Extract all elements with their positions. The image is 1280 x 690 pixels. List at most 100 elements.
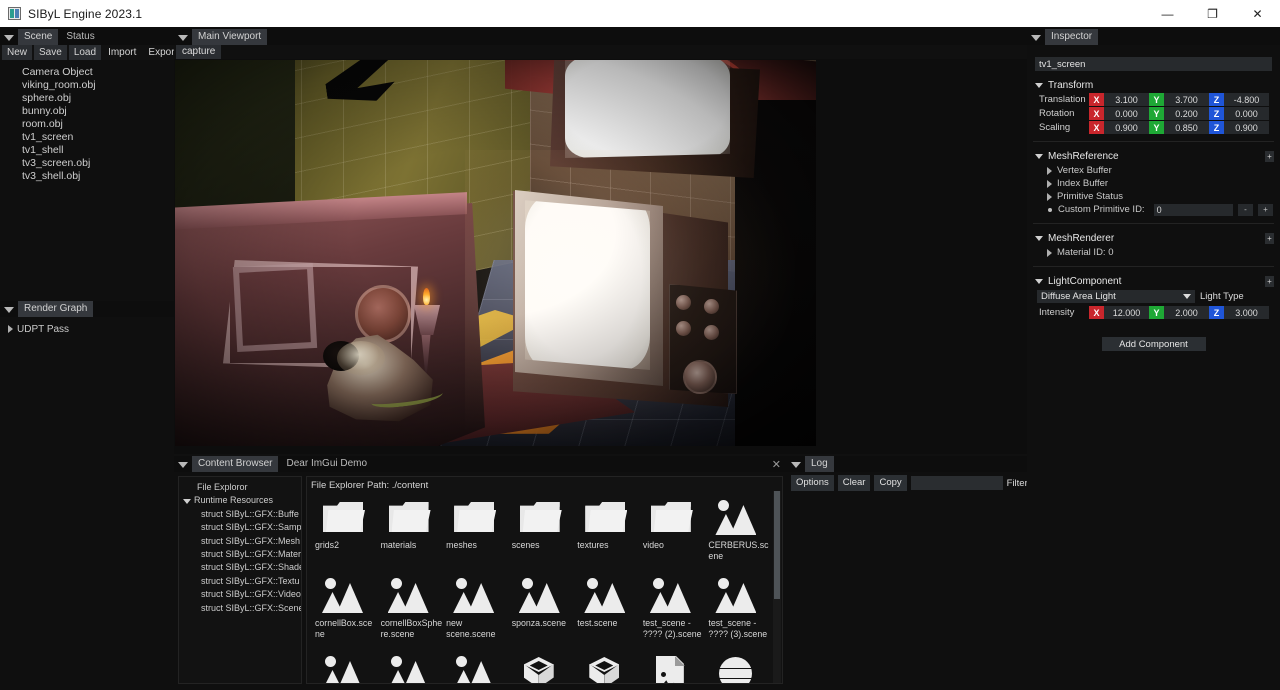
tree-item-scene[interactable]: struct SIByL::GFX::Scene [179,602,301,615]
minimize-icon[interactable]: — [1145,0,1190,27]
tree-item-texture[interactable]: struct SIByL::GFX::Textu [179,575,301,588]
section-transform-header[interactable]: Transform [1035,80,1280,91]
collapse-arrow-icon[interactable] [177,32,188,43]
scene-item-room[interactable]: room.obj [22,118,174,131]
expand-arrow-icon[interactable] [8,325,13,333]
intensity-x-value[interactable]: 12.000 [1104,306,1149,319]
scene-item-camera-object[interactable]: Camera Object [22,66,174,79]
collapse-arrow-icon[interactable] [1035,279,1043,284]
file-item[interactable]: grids2 [315,496,381,574]
file-item[interactable]: scenes [512,496,578,574]
menu-new[interactable]: New [2,45,33,60]
tree-item-material[interactable]: struct SIByL::GFX::Mater [179,548,301,561]
rendered-scene-image[interactable] [175,60,816,446]
menu-save[interactable]: Save [34,45,67,60]
translation-z-value[interactable]: -4.800 [1224,93,1269,106]
tree-group-runtime-resources[interactable]: Runtime Resources [179,494,301,507]
tree-item-buffer[interactable]: struct SIByL::GFX::Buffe [179,508,301,521]
collapse-arrow-icon[interactable] [1035,236,1043,241]
file-item[interactable]: meshes [446,496,512,574]
menu-load[interactable]: Load [68,45,102,60]
scaling-x-value[interactable]: 0.900 [1104,121,1149,134]
scene-item-viking-room[interactable]: viking_room.obj [22,79,174,92]
file-item[interactable]: test.scene [577,574,643,652]
file-item[interactable] [577,652,643,683]
custom-primitive-id-increment-button[interactable]: + [1258,203,1273,216]
log-clear-button[interactable]: Clear [837,475,871,491]
intensity-y-value[interactable]: 2.000 [1164,306,1209,319]
file-item[interactable] [643,652,709,683]
close-icon[interactable]: ✕ [1235,0,1280,27]
file-item[interactable]: test_scene - ???? (3).scene [708,574,774,652]
translation-x-value[interactable]: 3.100 [1104,93,1149,106]
capture-button[interactable]: capture [176,45,222,59]
file-explorer-scrollbar[interactable] [773,491,781,683]
scene-item-tv1-screen[interactable]: tv1_screen [22,131,174,144]
close-icon[interactable]: ✕ [766,458,787,471]
tab-scene[interactable]: Scene [18,29,59,45]
light-component-add-button[interactable]: + [1265,276,1274,287]
tab-log[interactable]: Log [805,456,834,472]
collapse-arrow-icon[interactable] [177,459,188,470]
tree-root-file-explorer[interactable]: File Exploror [179,481,301,494]
tree-item-video[interactable]: struct SIByL::GFX::Video [179,588,301,601]
log-output[interactable] [787,494,1027,690]
custom-primitive-id-input[interactable]: 0 [1153,203,1233,216]
file-item[interactable]: new scene.scene [446,574,512,652]
file-item[interactable]: textures [577,496,643,574]
scene-item-tv3-screen[interactable]: tv3_screen.obj [22,157,174,170]
scrollbar-thumb[interactable] [774,491,780,599]
section-mesh-reference-header[interactable]: MeshReference + [1035,151,1280,162]
tab-content-browser[interactable]: Content Browser [192,456,279,472]
rotation-z-value[interactable]: 0.000 [1224,107,1269,120]
log-filter-input[interactable] [910,476,1003,490]
add-component-button[interactable]: Add Component [1101,337,1206,351]
mesh-reference-vertex-buffer[interactable]: Vertex Buffer [1047,164,1280,177]
scaling-y-value[interactable]: 0.850 [1164,121,1209,134]
translation-y-value[interactable]: 3.700 [1164,93,1209,106]
file-item[interactable]: sponza.scene [512,574,578,652]
file-item[interactable]: cornellBoxSphere.scene [381,574,447,652]
mesh-reference-add-button[interactable]: + [1265,151,1274,162]
scene-item-tv3-shell[interactable]: tv3_shell.obj [22,170,174,183]
rotation-x-value[interactable]: 0.000 [1104,107,1149,120]
section-mesh-renderer-header[interactable]: MeshRenderer + [1035,233,1280,244]
collapse-arrow-icon[interactable] [1035,154,1043,159]
collapse-arrow-icon[interactable] [790,459,801,470]
mesh-renderer-add-button[interactable]: + [1265,233,1274,244]
scene-item-tv1-shell[interactable]: tv1_shell [22,144,174,157]
viewport-render-area[interactable] [174,59,1027,454]
mesh-renderer-material-row[interactable]: Material ID: 0 [1047,246,1280,259]
file-item[interactable]: materials [381,496,447,574]
log-options-button[interactable]: Options [791,475,834,491]
expand-arrow-icon[interactable] [1047,192,1052,201]
file-item[interactable] [512,652,578,683]
tab-main-viewport[interactable]: Main Viewport [192,29,268,45]
tree-item-sampler[interactable]: struct SIByL::GFX::Samp [179,521,301,534]
scene-item-sphere[interactable]: sphere.obj [22,92,174,105]
collapse-arrow-icon[interactable] [1030,32,1041,43]
expand-arrow-icon[interactable] [1047,166,1052,175]
expand-arrow-icon[interactable] [1047,248,1052,257]
mesh-reference-index-buffer[interactable]: Index Buffer [1047,177,1280,190]
expand-arrow-icon[interactable] [1047,179,1052,188]
tab-render-graph[interactable]: Render Graph [18,301,94,317]
custom-primitive-id-decrement-button[interactable]: - [1238,203,1253,216]
light-type-dropdown[interactable]: Diffuse Area Light [1037,290,1195,303]
chevron-down-icon[interactable] [1183,294,1191,299]
file-item[interactable]: test_scene - ???? (2).scene [643,574,709,652]
intensity-z-value[interactable]: 3.000 [1224,306,1269,319]
scaling-z-value[interactable]: 0.900 [1224,121,1269,134]
section-light-component-header[interactable]: LightComponent + [1035,276,1280,287]
object-name-field[interactable]: tv1_screen [1035,57,1272,71]
file-item[interactable] [446,652,512,683]
render-graph-pass-row[interactable]: UDPT Pass [0,322,174,336]
menu-import[interactable]: Import [103,45,141,60]
tab-inspector[interactable]: Inspector [1045,29,1099,45]
scene-item-bunny[interactable]: bunny.obj [22,105,174,118]
file-item[interactable] [708,652,774,683]
file-item[interactable]: cornellBox.scene [315,574,381,652]
mesh-reference-primitive-status[interactable]: Primitive Status [1047,190,1280,203]
file-item[interactable]: video [643,496,709,574]
collapse-arrow-icon[interactable] [1035,83,1043,88]
